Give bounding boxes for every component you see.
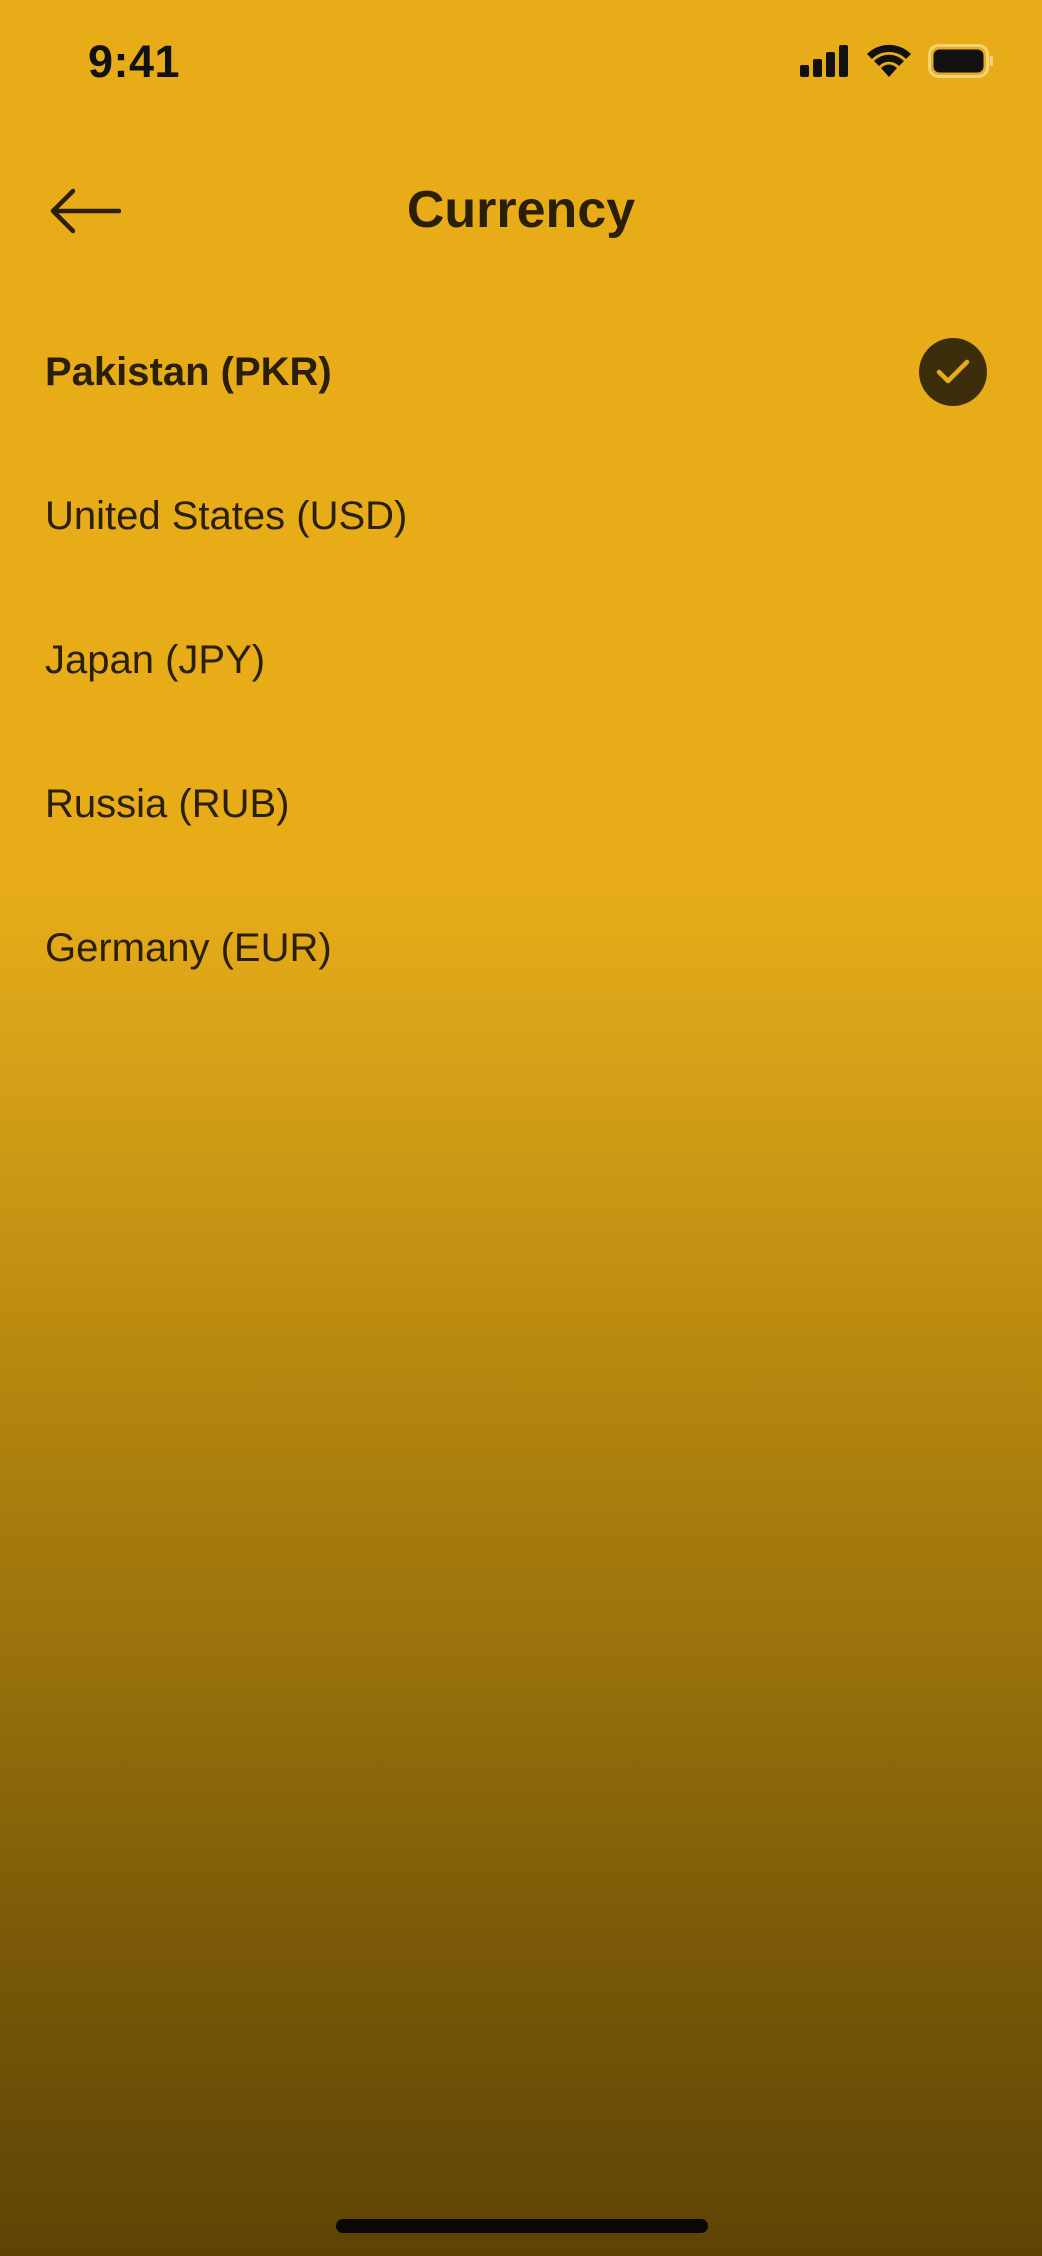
wifi-icon (866, 44, 912, 78)
home-indicator (336, 2219, 708, 2233)
header: Currency (0, 160, 1042, 265)
currency-item-jpy[interactable]: Japan (JPY) (0, 588, 1042, 732)
status-icons (800, 44, 994, 78)
currency-item-eur[interactable]: Germany (EUR) (0, 876, 1042, 1020)
status-bar: 9:41 (0, 0, 1042, 130)
cellular-signal-icon (800, 45, 850, 77)
currency-label: United States (USD) (45, 493, 408, 538)
battery-icon (928, 44, 994, 78)
currency-item-usd[interactable]: United States (USD) (0, 444, 1042, 588)
currency-item-pkr[interactable]: Pakistan (PKR) (0, 300, 1042, 444)
currency-label: Russia (RUB) (45, 781, 290, 826)
page-title: Currency (406, 181, 636, 239)
currency-label: Pakistan (PKR) (45, 349, 332, 394)
currency-label: Germany (EUR) (45, 925, 332, 970)
currency-item-rub[interactable]: Russia (RUB) (0, 732, 1042, 876)
currency-list: Pakistan (PKR) United States (USD) Japan… (0, 300, 1042, 1020)
checkmark-icon (919, 338, 987, 406)
status-time: 9:41 (88, 36, 181, 87)
currency-label: Japan (JPY) (45, 637, 266, 682)
currency-screen: 9:41 Currency Pakistan (PKR) United Stat… (0, 0, 1042, 2256)
